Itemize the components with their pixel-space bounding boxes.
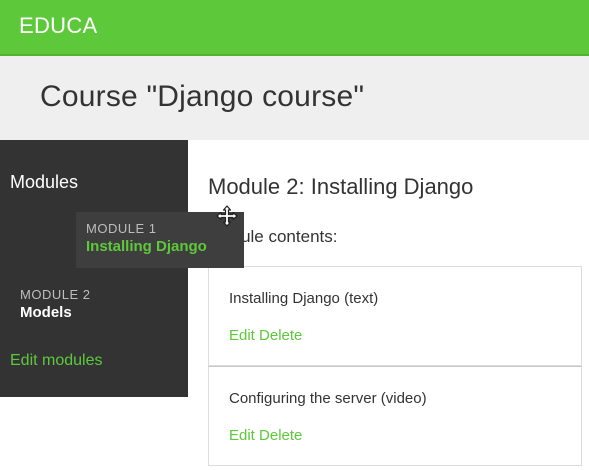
content-actions: Edit Delete	[229, 327, 302, 344]
move-cursor-icon	[216, 205, 238, 227]
brand-logo[interactable]: EDUCA	[19, 13, 98, 39]
delete-link[interactable]: Delete	[259, 427, 302, 444]
module-number: MODULE 1	[86, 221, 157, 236]
content-title: Installing Django (text)	[229, 290, 379, 307]
delete-link[interactable]: Delete	[259, 327, 302, 344]
top-bar: EDUCA	[0, 0, 589, 56]
module-name: Models	[20, 304, 72, 321]
edit-link[interactable]: Edit	[229, 427, 255, 444]
content-item[interactable]: Installing Django (text) Edit Delete	[208, 266, 582, 366]
module-name: Installing Django	[86, 238, 207, 255]
content-actions: Edit Delete	[229, 427, 302, 444]
modules-sidebar: Modules MODULE 2 Models Edit modules	[0, 140, 188, 397]
title-bar: Course "Django course"	[0, 56, 589, 140]
module-number: MODULE 2	[20, 287, 91, 302]
page-title: Course "Django course"	[40, 80, 365, 113]
sidebar-item-module-2[interactable]: MODULE 2 Models	[20, 287, 90, 321]
edit-modules-link[interactable]: Edit modules	[10, 352, 103, 370]
content-item[interactable]: Configuring the server (video) Edit Dele…	[208, 366, 582, 466]
edit-link[interactable]: Edit	[229, 327, 255, 344]
module-title: Module 2: Installing Django	[208, 174, 474, 199]
content-list: Installing Django (text) Edit Delete Con…	[208, 266, 582, 466]
sidebar-heading: Modules	[10, 172, 79, 192]
content-title: Configuring the server (video)	[229, 390, 427, 407]
